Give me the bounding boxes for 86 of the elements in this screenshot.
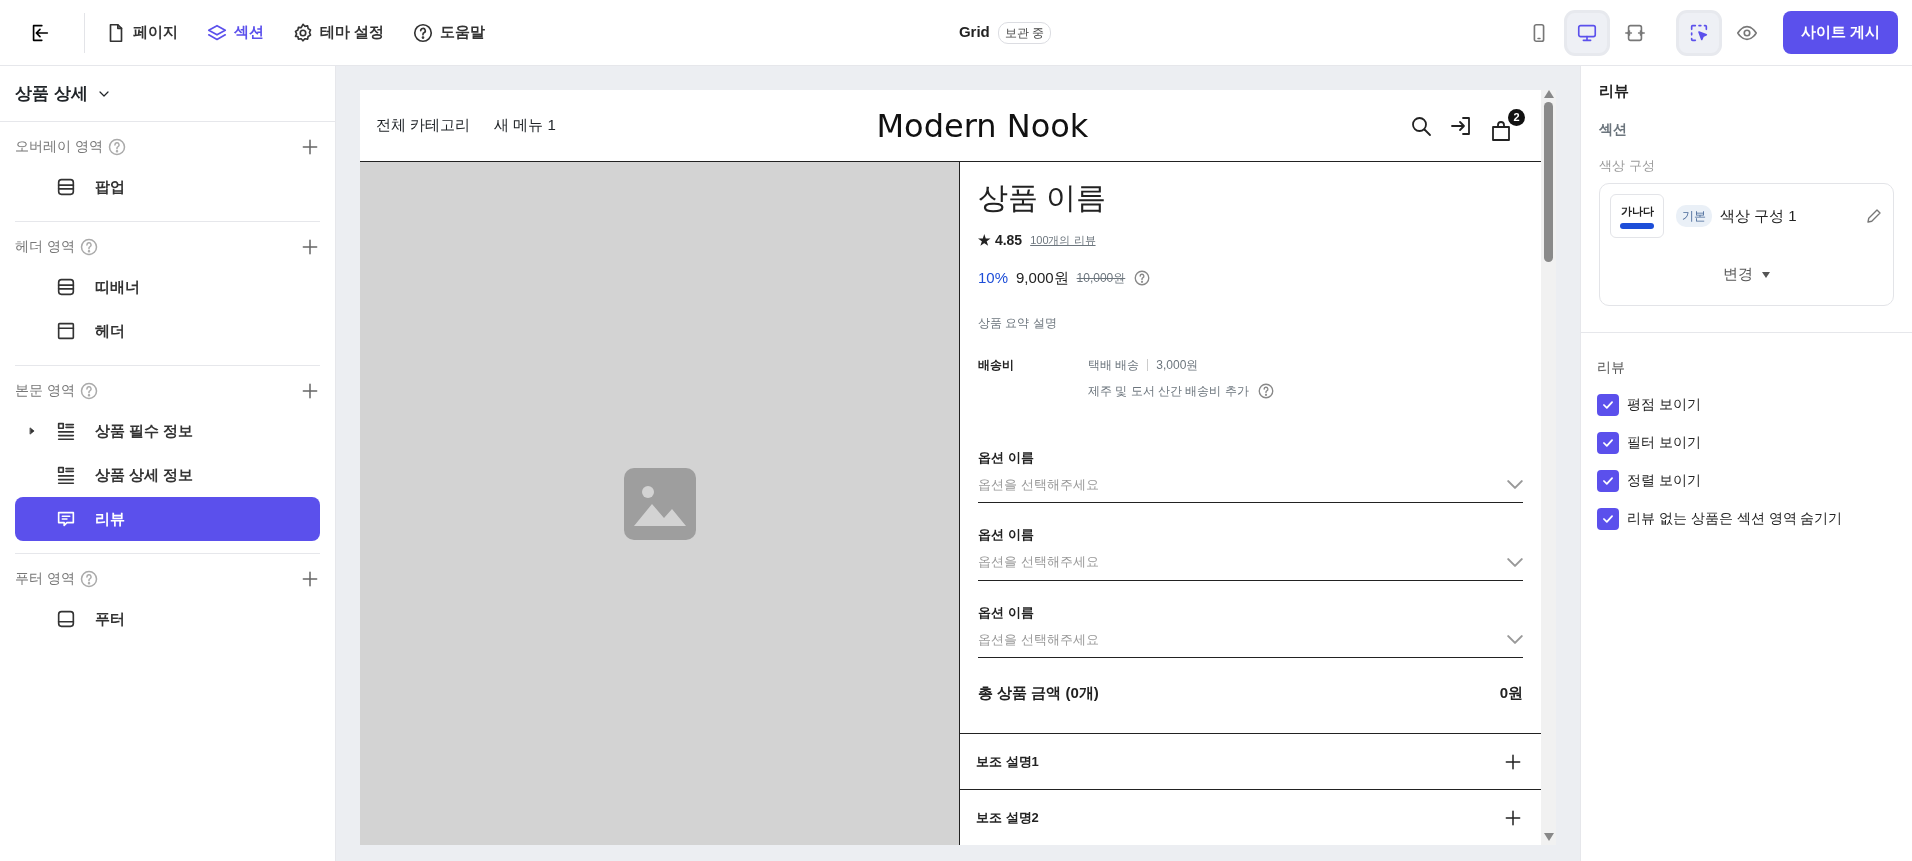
cart-count: 2	[1508, 108, 1525, 126]
desktop-view-button[interactable]	[1566, 12, 1607, 53]
field-label: 색상 구성	[1599, 156, 1656, 175]
shipping-label: 배송비	[978, 356, 1015, 374]
total-price: 0원	[1499, 683, 1523, 703]
menu-link[interactable]: 전체 카테고리	[376, 114, 471, 137]
accordion-header[interactable]: 보조 설명2	[960, 789, 1541, 845]
option-label: 옵션 이름	[978, 448, 1035, 467]
original-price: 10,000원	[1076, 270, 1126, 288]
nav-tab[interactable]: 도움말	[406, 17, 492, 48]
edit-icon[interactable]	[1865, 207, 1883, 225]
help-icon	[412, 21, 435, 44]
shipping-method: 택배 배송	[1088, 356, 1140, 374]
image-icon	[623, 467, 696, 540]
chevron-down-icon	[1507, 480, 1523, 489]
section-item[interactable]: 리뷰	[15, 497, 320, 541]
help-icon	[78, 380, 99, 401]
expand-icon	[27, 426, 37, 436]
total-label: 총 상품 금액 (0개)	[978, 683, 1099, 703]
shipping-fee: 3,000원	[1156, 356, 1199, 374]
menu-link[interactable]: 새 메뉴 1	[494, 114, 556, 137]
page-dropdown[interactable]: 상품 상세	[15, 80, 112, 107]
scrollbar[interactable]	[1541, 90, 1556, 845]
shipping-note: 제주 및 도서 산간 배송비 추가	[1088, 382, 1249, 400]
group-title: 오버레이 영역	[15, 137, 103, 156]
section-item[interactable]: 헤더	[15, 309, 320, 353]
section-item[interactable]: 푸터	[15, 597, 320, 641]
section-item[interactable]: 띠배너	[15, 265, 320, 309]
publish-button[interactable]: 사이트 게시	[1782, 11, 1898, 54]
group-title: 헤더 영역	[15, 237, 75, 256]
nav-tab[interactable]: 섹션	[200, 17, 270, 48]
section-item[interactable]: 팝업	[15, 165, 320, 209]
checkbox-label: 평점 보이기	[1627, 395, 1701, 414]
caret-icon	[1761, 272, 1770, 279]
default-tag: 기본	[1676, 205, 1712, 227]
option-label: 옵션 이름	[978, 603, 1035, 622]
chevron-down-icon	[1507, 557, 1523, 567]
option-label: 옵션 이름	[978, 526, 1035, 544]
help-icon	[106, 136, 127, 157]
site-title: Grid	[958, 22, 990, 43]
section-label: 리뷰	[1597, 357, 1626, 377]
checkbox-label: 정렬 보이기	[1627, 471, 1701, 490]
section-label: 섹션	[1599, 119, 1628, 139]
accordion-header[interactable]: 보조 설명1	[960, 733, 1541, 789]
product-summary: 상품 요약 설명	[978, 314, 1058, 332]
help-icon	[78, 236, 99, 257]
status-badge: 보관 중	[997, 21, 1052, 44]
scroll-up-icon[interactable]	[1543, 90, 1554, 98]
checkbox[interactable]	[1597, 431, 1619, 454]
checkbox[interactable]	[1597, 507, 1619, 530]
list-icon	[55, 420, 77, 442]
checkbox[interactable]	[1597, 469, 1619, 492]
color-swatch: 가나다	[1610, 194, 1664, 238]
settings-icon	[292, 21, 314, 44]
chevron-down-icon	[1507, 635, 1523, 644]
sale-price: 9,000원	[1016, 268, 1069, 288]
product-name: 상품 이름	[978, 180, 1108, 216]
checkbox-label: 리뷰 없는 상품은 섹션 영역 숨기기	[1627, 509, 1843, 528]
cart-button[interactable]	[1489, 118, 1513, 143]
select-mode-button[interactable]	[1678, 12, 1719, 53]
section-item[interactable]: 상품 필수 정보	[15, 409, 320, 453]
bag-icon	[1489, 118, 1513, 143]
header-icon	[55, 320, 77, 342]
rating: ★ 4.85	[978, 231, 1023, 250]
nav-tab[interactable]: 테마 설정	[286, 17, 391, 48]
group-title: 푸터 영역	[15, 569, 75, 588]
help-icon	[1256, 381, 1275, 400]
checkbox-label: 필터 보이기	[1627, 433, 1701, 452]
help-icon	[78, 568, 99, 589]
list-icon	[55, 464, 77, 486]
change-button[interactable]: 변경	[1717, 262, 1776, 287]
nav-tab[interactable]: 페이지	[99, 17, 184, 48]
checkbox[interactable]	[1597, 393, 1619, 416]
panel-title: 리뷰	[1599, 81, 1630, 101]
group-title: 본문 영역	[15, 381, 75, 400]
banner-icon	[55, 276, 77, 298]
scheme-name: 색상 구성 1	[1720, 205, 1798, 226]
store-logo: Modern Nook	[875, 105, 1090, 147]
discount-rate: 10%	[978, 268, 1009, 288]
help-icon	[1133, 269, 1152, 288]
scroll-down-icon[interactable]	[1543, 833, 1554, 841]
scrollbar-thumb[interactable]	[1544, 102, 1553, 262]
footer-icon	[55, 608, 77, 630]
section-item[interactable]: 상품 상세 정보	[15, 453, 320, 497]
banner-icon	[55, 176, 77, 198]
reviews-link[interactable]: 100개의 리뷰	[1030, 232, 1096, 249]
